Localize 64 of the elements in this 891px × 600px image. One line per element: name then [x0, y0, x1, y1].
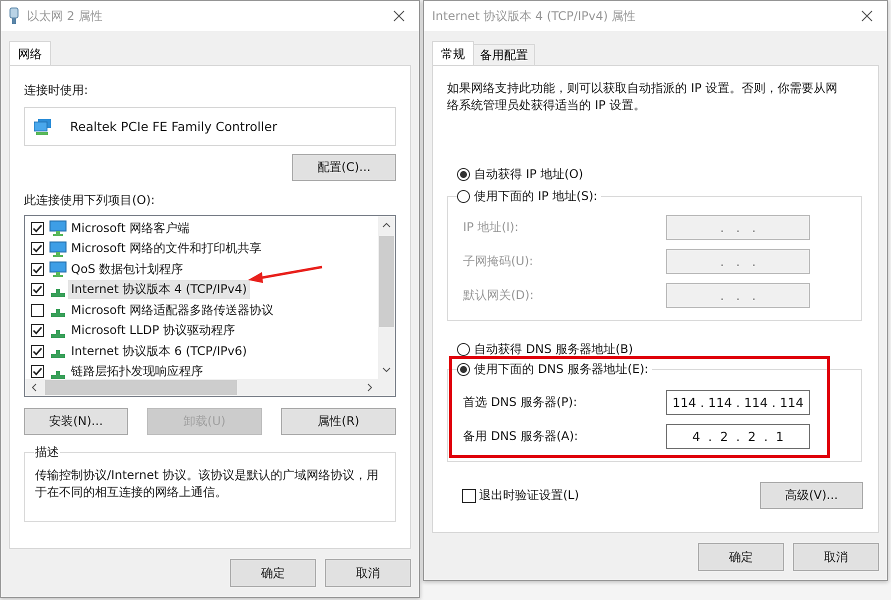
item-label[interactable]: Internet 协议版本 6 (TCP/IPv6) [68, 342, 250, 361]
field-label: 默认网关(D): [463, 287, 535, 304]
checkbox[interactable] [31, 344, 44, 358]
validate-checkbox[interactable]: 退出时验证设置(L) [462, 487, 580, 504]
monitor-icon [49, 261, 67, 278]
checkbox[interactable] [31, 283, 44, 296]
vertical-scrollbar[interactable] [378, 216, 395, 379]
protocol-icon [51, 309, 65, 318]
network-adapter-icon [34, 118, 52, 134]
protocol-icon [51, 370, 65, 379]
item-label[interactable]: Internet 协议版本 4 (TCP/IPv4) [68, 280, 250, 300]
network-cable-icon [9, 7, 19, 25]
checkbox[interactable] [31, 304, 44, 317]
window-title: 以太网 2 属性 [27, 8, 104, 24]
scroll-down-icon[interactable] [382, 367, 391, 373]
cancel-button[interactable]: 取消 [325, 559, 411, 587]
tab[interactable]: 备用配置 [473, 44, 535, 65]
items-label: 此连接使用下列项目(O): [24, 192, 156, 209]
window-title: Internet 协议版本 4 (TCP/IPv4) 属性 [432, 8, 637, 24]
field-label: 子网掩码(U): [463, 253, 534, 270]
tab[interactable]: 常规 [432, 41, 474, 66]
configure-button[interactable]: 配置(C)... [292, 154, 396, 181]
item-label[interactable]: 链路层拓扑发现响应程序 [68, 362, 206, 382]
radio-option[interactable]: 使用下面的 DNS 服务器地址(E): [457, 361, 648, 378]
checkbox[interactable] [31, 324, 44, 338]
checkbox[interactable] [31, 222, 44, 235]
scroll-up-icon[interactable] [382, 222, 391, 228]
field-label: 首选 DNS 服务器(P): [463, 394, 578, 411]
ok-button[interactable]: 确定 [230, 559, 316, 587]
scroll-right-icon[interactable] [367, 383, 373, 392]
monitor-icon [49, 240, 67, 257]
close-icon [393, 10, 405, 22]
group-title: 描述 [34, 444, 60, 461]
description-text: 传输控制协议/Internet 协议。该协议是默认的广域网络协议，用于在不同的相互连接的网络上通信。 [35, 467, 380, 501]
item-label[interactable]: Microsoft LLDP 协议驱动程序 [68, 321, 238, 340]
connect-using-label: 连接时使用: [24, 82, 90, 99]
protocol-icon [51, 330, 65, 338]
checkbox[interactable] [31, 262, 44, 276]
intro-text: 如果网络支持此功能，则可以获取自动指派的 IP 设置。否则，你需要从网络系统管理员处获得适当的 IP 设置。 [447, 80, 838, 114]
protocol-icon [51, 350, 65, 358]
radio-option[interactable]: 自动获得 IP 地址(O) [457, 164, 864, 184]
item-label[interactable]: Microsoft 网络的文件和打印机共享 [68, 239, 264, 258]
tab[interactable]: 网络 [9, 41, 51, 66]
item-label[interactable]: Microsoft 网络客户端 [68, 218, 192, 238]
cancel-button[interactable]: 取消 [793, 543, 879, 571]
item-label[interactable]: Microsoft 网络适配器多路传送器协议 [68, 300, 276, 320]
horizontal-scrollbar[interactable] [25, 379, 395, 396]
checkbox[interactable] [31, 365, 44, 378]
ok-button[interactable]: 确定 [698, 543, 784, 571]
advanced-button[interactable]: 高级(V)... [760, 482, 863, 509]
ip-address-field[interactable]: 4 . 2 . 2 . 1 [666, 424, 810, 449]
monitor-icon [49, 220, 67, 236]
ip-address-field[interactable]: 114 . 114 . 114 . 114 [666, 390, 810, 415]
item-label[interactable]: QoS 数据包计划程序 [68, 260, 186, 279]
field-label: 备用 DNS 服务器(A): [463, 428, 580, 445]
install-button[interactable]: 安装(N)... [24, 408, 128, 435]
checkbox[interactable] [31, 242, 44, 256]
field-label: IP 地址(I): [463, 219, 520, 236]
adapter-name: Realtek PCIe FE Family Controller [70, 119, 278, 134]
properties-button[interactable]: 属性(R) [281, 408, 396, 435]
radio-option[interactable]: 自动获得 DNS 服务器地址(B) [457, 339, 864, 359]
close-icon [861, 10, 873, 22]
protocol-icon [51, 288, 65, 297]
scroll-left-icon[interactable] [31, 383, 37, 392]
